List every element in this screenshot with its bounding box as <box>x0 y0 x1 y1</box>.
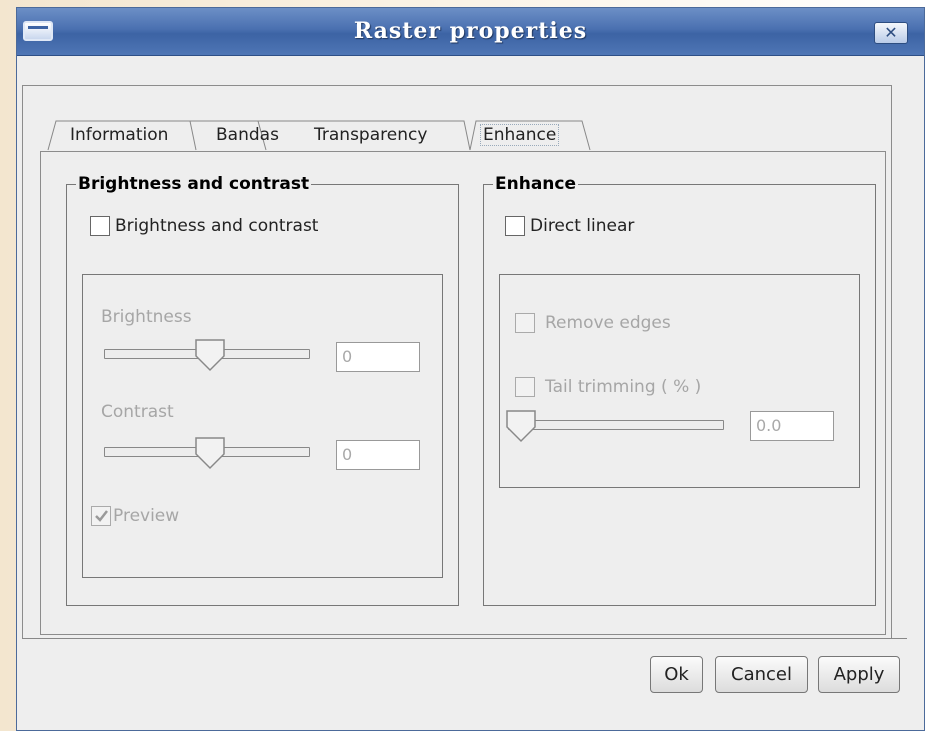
checkbox-box[interactable] <box>515 377 535 397</box>
window-title: Raster properties <box>353 18 588 44</box>
preview-checkbox[interactable]: Preview <box>91 506 179 526</box>
brightness-label: Brightness <box>101 307 192 327</box>
tab-enhance[interactable]: Enhance <box>472 118 560 153</box>
tab-information[interactable]: Information <box>62 118 168 153</box>
checkbox-box[interactable] <box>90 216 110 236</box>
contrast-value-field[interactable]: 0 <box>336 440 420 470</box>
contrast-slider-thumb-icon[interactable] <box>194 436 226 470</box>
tab-transparency[interactable]: Transparency <box>306 118 427 153</box>
enhance-legend: Enhance <box>493 173 578 195</box>
apply-button[interactable]: Apply <box>818 656 900 693</box>
tail-trimming-value-field[interactable]: 0.0 <box>750 411 834 441</box>
tab-bandas[interactable]: Bandas <box>208 118 279 153</box>
close-icon[interactable]: ✕ <box>874 22 908 44</box>
brightness-contrast-checkbox[interactable]: Brightness and contrast <box>90 216 318 236</box>
direct-linear-checkbox[interactable]: Direct linear <box>505 216 634 236</box>
cancel-button[interactable]: Cancel <box>715 656 808 693</box>
brightness-contrast-checkbox-label: Brightness and contrast <box>115 216 319 236</box>
checkbox-box[interactable] <box>505 216 525 236</box>
panel-separator <box>22 638 907 639</box>
ok-button[interactable]: Ok <box>650 656 703 693</box>
tail-trimming-slider-thumb-icon[interactable] <box>505 409 537 443</box>
remove-edges-checkbox[interactable]: Remove edges <box>515 313 671 333</box>
preview-label: Preview <box>113 506 180 526</box>
contrast-label: Contrast <box>101 402 174 422</box>
checkbox-box[interactable] <box>515 313 535 333</box>
brightness-contrast-legend: Brightness and contrast <box>76 173 312 195</box>
remove-edges-label: Remove edges <box>545 313 671 333</box>
brightness-value-field[interactable]: 0 <box>336 342 420 372</box>
title-bar[interactable]: Raster properties ✕ <box>17 8 924 56</box>
brightness-slider-thumb-icon[interactable] <box>194 338 226 372</box>
checkmark-icon[interactable] <box>91 506 111 526</box>
tail-trimming-label: Tail trimming ( % ) <box>545 377 702 397</box>
direct-linear-label: Direct linear <box>530 216 635 236</box>
tail-trimming-checkbox[interactable]: Tail trimming ( % ) <box>515 377 701 397</box>
tail-trimming-slider-track[interactable] <box>508 420 724 430</box>
